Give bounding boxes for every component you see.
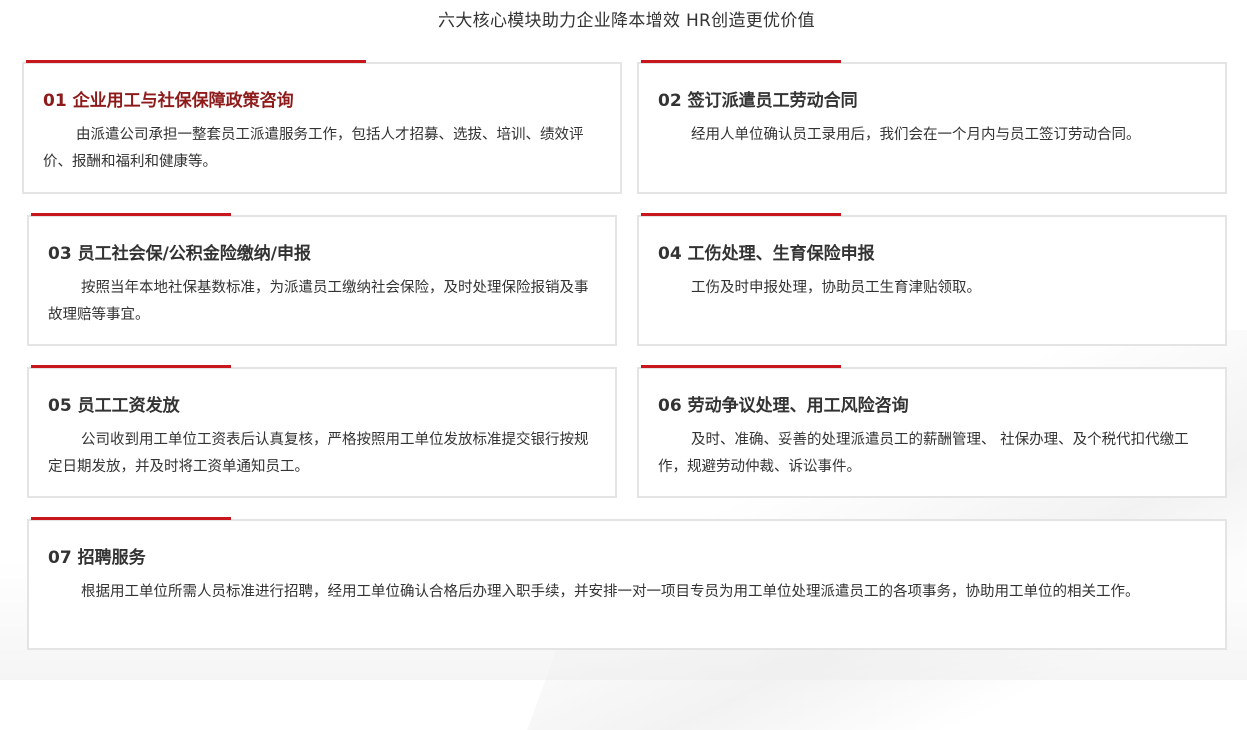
card-description: 根据用工单位所需人员标准进行招聘，经用工单位确认合格后办理入职手续，并安排一对一… — [81, 584, 1140, 600]
card-title: 07 招聘服务 — [48, 548, 146, 568]
card-description: 公司收到用工单位工资表后认真复核，严格按照用工单位发放标准提交银行按规定日期发放… — [48, 432, 589, 475]
card-title: 04 工伤处理、生育保险申报 — [658, 244, 875, 264]
card-title: 06 劳动争议处理、用工风险咨询 — [658, 396, 909, 416]
card-description: 按照当年本地社保基数标准，为派遣员工缴纳社会保险，及时处理保险报销及事故理赔等事… — [48, 280, 589, 323]
service-card-03: 03 员工社会保/公积金险缴纳/申报 按照当年本地社保基数标准，为派遣员工缴纳社… — [27, 213, 617, 346]
card-description: 经用人单位确认员工录用后，我们会在一个月内与员工签订劳动合同。 — [691, 127, 1141, 143]
card-description: 由派遣公司承担一整套员工派遣服务工作，包括人才招募、选拔、培训、绩效评价、报酬和… — [43, 127, 584, 170]
card-accent-bar — [641, 365, 841, 368]
service-card-01: 01 企业用工与社保保障政策咨询 由派遣公司承担一整套员工派遣服务工作，包括人才… — [22, 60, 622, 194]
card-accent-bar — [641, 60, 841, 63]
service-card-05: 05 员工工资发放 公司收到用工单位工资表后认真复核，严格按照用工单位发放标准提… — [27, 365, 617, 498]
card-description: 工伤及时申报处理，协助员工生育津贴领取。 — [691, 280, 981, 296]
card-accent-bar — [31, 517, 231, 520]
card-accent-bar — [31, 213, 231, 216]
service-card-04: 04 工伤处理、生育保险申报 工伤及时申报处理，协助员工生育津贴领取。 — [637, 213, 1227, 346]
service-card-02: 02 签订派遣员工劳动合同 经用人单位确认员工录用后，我们会在一个月内与员工签订… — [637, 60, 1227, 194]
card-accent-bar — [31, 365, 231, 368]
service-card-07: 07 招聘服务 根据用工单位所需人员标准进行招聘，经用工单位确认合格后办理入职手… — [27, 517, 1227, 650]
service-card-06: 06 劳动争议处理、用工风险咨询 及时、准确、妥善的处理派遣员工的薪酬管理、 社… — [637, 365, 1227, 498]
card-accent-bar — [641, 213, 841, 216]
page-title: 六大核心模块助力企业降本增效 HR创造更优价值 — [438, 11, 815, 31]
card-title: 01 企业用工与社保保障政策咨询 — [43, 91, 294, 111]
card-description: 及时、准确、妥善的处理派遣员工的薪酬管理、 社保办理、及个税代扣代缴工作，规避劳… — [658, 432, 1189, 475]
watermark — [1090, 656, 1180, 666]
card-title: 05 员工工资发放 — [48, 396, 180, 416]
card-title: 03 员工社会保/公积金险缴纳/申报 — [48, 244, 311, 264]
card-accent-bar — [26, 60, 366, 63]
card-title: 02 签订派遣员工劳动合同 — [658, 91, 858, 111]
